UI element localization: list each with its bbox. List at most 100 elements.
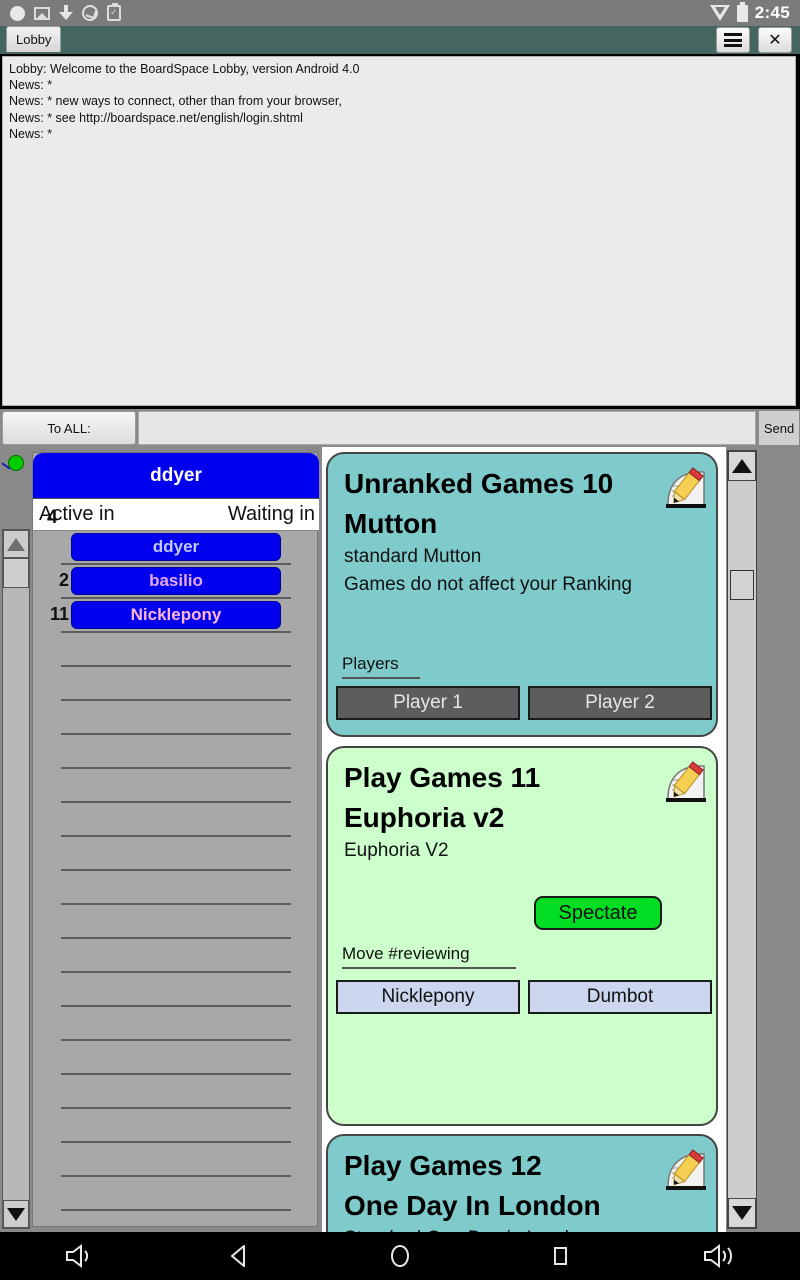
hamburger-menu-icon (724, 33, 742, 47)
player-row-empty[interactable] (33, 803, 319, 837)
game-player-slot-button[interactable]: Player 2 (528, 686, 712, 720)
player-row-empty[interactable] (33, 769, 319, 803)
android-status-bar: 2:45 (0, 0, 800, 26)
game-card[interactable]: Unranked Games 10 Mutton standard Mutton Ga… (326, 452, 718, 737)
home-icon (391, 1245, 409, 1267)
spectate-button[interactable]: Spectate (534, 896, 662, 930)
player-row-empty[interactable] (33, 1177, 319, 1211)
recents-icon (554, 1247, 567, 1265)
games-scrollbar[interactable] (727, 450, 757, 1229)
home-button[interactable] (320, 1242, 480, 1270)
player-row-empty[interactable] (33, 871, 319, 905)
volume-up-button[interactable] (640, 1243, 800, 1269)
status-bar-left-icons (0, 3, 121, 21)
player-row-empty[interactable] (33, 735, 319, 769)
player-row-empty[interactable] (33, 905, 319, 939)
players-panel: ddyer Active in Waiting in 4 ddyer 2 basil… (32, 452, 319, 1228)
menu-button[interactable] (716, 27, 750, 53)
game-card-title-line1: Unranked Games 10 (344, 468, 614, 499)
volume-down-icon (66, 1244, 89, 1268)
game-card-title: Play Games 12 One Day In London (328, 1136, 716, 1226)
recipient-selector[interactable]: To ALL: (2, 411, 136, 445)
game-card-subtitle: Euphoria V2 (344, 840, 449, 861)
notepad-pencil-icon-wrap (660, 1148, 708, 1194)
status-bar-clock: 2:45 (754, 3, 790, 22)
notepad-pencil-icon-wrap (660, 760, 708, 806)
game-card-title-line2: Mutton (344, 508, 438, 539)
game-player-slot-button[interactable]: Dumbot (528, 980, 712, 1014)
recents-button[interactable] (480, 1243, 640, 1269)
player-row-count: 11 (49, 604, 69, 624)
game-card-subtitle: standard Mutton (344, 546, 482, 567)
notepad-pencil-icon (666, 1149, 706, 1190)
message-input[interactable] (138, 411, 756, 445)
back-icon (231, 1245, 245, 1267)
game-player-slot-button[interactable]: Player 1 (336, 686, 520, 720)
compose-row: To ALL: Send (0, 409, 800, 447)
game-player-slot-button[interactable]: Nicklepony (336, 980, 520, 1014)
game-card-title-line2: Euphoria v2 (344, 802, 505, 833)
chat-news-panel[interactable]: Lobby: Welcome to the BoardSpace Lobby, … (2, 56, 796, 406)
triangle-down-icon (7, 1207, 25, 1221)
players-scroll-up-button[interactable] (3, 530, 29, 558)
player-row-empty[interactable] (33, 1143, 319, 1177)
firefox-icon (82, 5, 98, 21)
game-card[interactable]: Play Games 12One Day In LondonStandard O… (326, 1134, 718, 1232)
player-row-empty[interactable] (33, 1075, 319, 1109)
games-list[interactable]: Unranked Games 10 Mutton standard Mutton Ga… (322, 447, 726, 1232)
triangle-up-icon (732, 459, 752, 473)
app-title-bar: Lobby ✕ (0, 26, 800, 54)
clipboard-check-icon (107, 3, 121, 21)
players-panel-header: ddyer (33, 453, 319, 498)
send-button[interactable]: Send (759, 411, 799, 445)
players-scrollbar[interactable] (2, 529, 30, 1229)
player-name-button[interactable]: ddyer (71, 533, 281, 561)
player-row[interactable]: ddyer (33, 531, 319, 565)
triangle-down-icon (732, 1206, 752, 1220)
game-card-title: Unranked Games 10 Mutton (328, 454, 716, 544)
notepad-pencil-icon (666, 761, 706, 802)
game-card-title-line2: One Day In London (344, 1190, 601, 1221)
chat-line: News: * (9, 126, 53, 141)
players-panel-columns: Active in Waiting in (33, 498, 319, 531)
player-row-empty[interactable] (33, 667, 319, 701)
wifi-icon (709, 5, 730, 21)
player-row-empty[interactable] (33, 1109, 319, 1143)
back-button[interactable] (160, 1243, 320, 1269)
player-row-empty[interactable] (33, 1211, 319, 1228)
game-card[interactable]: Play Games 11 Euphoria v2 Euphoria V2 Spect… (326, 746, 718, 1126)
game-card-title-line1: Play Games 11 (344, 762, 541, 793)
player-row[interactable]: 2 basilio (33, 565, 319, 599)
circle-icon (10, 5, 25, 21)
player-row-empty[interactable] (33, 973, 319, 1007)
chat-line: News: * new ways to connect, other than … (9, 94, 342, 109)
players-scroll-thumb[interactable] (3, 558, 29, 588)
online-status-dot (8, 455, 24, 471)
player-row-empty[interactable] (33, 1007, 319, 1041)
tab-lobby[interactable]: Lobby (6, 26, 62, 52)
game-card-title-line1: Play Games 12 (344, 1150, 542, 1181)
lobby-body: ddyer Active in Waiting in 4 ddyer 2 basil… (0, 447, 800, 1232)
close-button[interactable]: ✕ (758, 27, 792, 53)
player-name-button[interactable]: Nicklepony (71, 601, 281, 629)
games-scroll-thumb[interactable] (730, 570, 754, 600)
player-row-empty[interactable] (33, 633, 319, 667)
player-row-empty[interactable] (33, 1041, 319, 1075)
players-list[interactable]: ddyer 2 basilio 11 Nicklepony (33, 531, 319, 1228)
player-row[interactable]: 11 Nicklepony (33, 599, 319, 633)
games-scroll-down-button[interactable] (728, 1198, 756, 1228)
app-root: 2:45 Lobby ✕ Lobby: Welcome to the Board… (0, 0, 800, 1280)
title-bar-buttons: ✕ (716, 26, 800, 53)
status-bar-right-icons: 2:45 (709, 1, 800, 23)
player-row-empty[interactable] (33, 701, 319, 735)
player-name-button[interactable]: basilio (71, 567, 281, 595)
notepad-pencil-icon (666, 467, 706, 508)
player-row-empty[interactable] (33, 837, 319, 871)
games-scroll-up-button[interactable] (728, 451, 756, 481)
chat-line: News: * (9, 78, 53, 93)
volume-down-button[interactable] (0, 1243, 160, 1269)
player-row-empty[interactable] (33, 939, 319, 973)
game-card-title: Play Games 11 Euphoria v2 (328, 748, 716, 838)
image-icon (34, 6, 50, 20)
players-scroll-down-button[interactable] (3, 1200, 29, 1228)
